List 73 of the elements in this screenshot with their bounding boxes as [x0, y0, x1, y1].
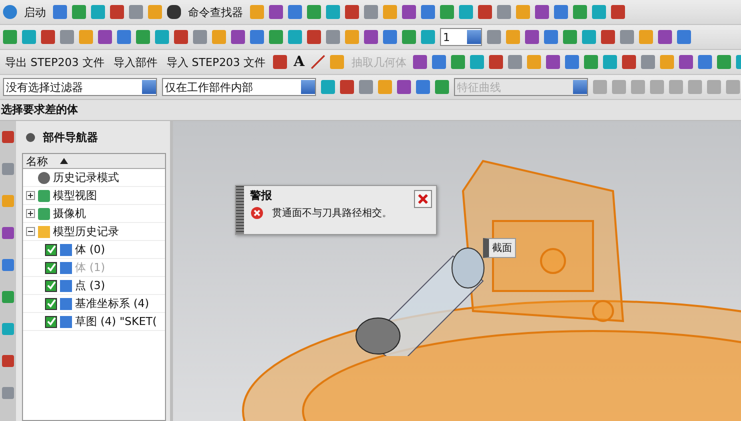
expand-toggle[interactable] [26, 191, 35, 200]
toolbar-icon[interactable] [508, 55, 522, 69]
dropdown-caret-icon [301, 80, 315, 94]
resource-bar-icon[interactable] [2, 387, 14, 399]
sort-icon [60, 158, 68, 164]
selection-filter-dropdown[interactable]: 没有选择过滤器 [3, 78, 157, 96]
toolbar-icon[interactable] [489, 55, 504, 69]
toolbar-icon[interactable] [272, 55, 287, 69]
column-header[interactable]: 名称 [23, 154, 165, 169]
toolbar-icon[interactable] [470, 55, 484, 69]
panel-title: 部件导航器 [43, 130, 98, 144]
resource-bar-icon[interactable] [2, 323, 14, 335]
resource-bar-icon[interactable] [2, 131, 14, 143]
prompt-text: 选择要求差的体 [0, 100, 741, 121]
alert-message: 贯通面不与刀具路径相交。 [272, 206, 392, 220]
tree-item[interactable]: 体 (0) [75, 242, 106, 257]
toolbar-icon[interactable] [717, 55, 732, 69]
toolbar-icon[interactable] [584, 55, 598, 69]
close-button[interactable] [414, 190, 432, 208]
dropdown-caret-icon [573, 80, 587, 94]
dropdown-caret-icon [467, 30, 481, 44]
tree-item[interactable]: 基准坐标系 (4) [75, 296, 150, 311]
toolbar-icon[interactable] [622, 55, 636, 69]
expand-toggle[interactable] [26, 227, 35, 236]
checkbox[interactable] [45, 298, 57, 310]
feature-icon [60, 244, 72, 256]
toolbar-text-button[interactable]: 导入 STEP203 文件 [164, 54, 268, 70]
tree-item[interactable]: 摄像机 [53, 206, 86, 221]
toolbar-icon[interactable] [565, 55, 580, 69]
close-icon [418, 194, 428, 204]
resource-bar-icon[interactable] [2, 227, 14, 239]
grip-icon[interactable] [236, 186, 244, 234]
tree-node-icon [38, 208, 50, 220]
toolbar-icon[interactable] [603, 55, 618, 69]
resource-bar-icon[interactable] [2, 259, 14, 271]
toolbar-icon[interactable] [451, 55, 466, 69]
feature-icon [60, 262, 72, 274]
resource-bar-icon[interactable] [2, 163, 14, 175]
expand-toggle[interactable] [26, 209, 35, 218]
tree-item[interactable]: 模型历史记录 [53, 224, 119, 239]
feature-icon [60, 280, 72, 292]
tree-item[interactable]: 点 (3) [75, 278, 106, 293]
toolbar-text-button[interactable]: 导出 STEP203 文件 [3, 54, 106, 70]
error-icon [250, 206, 264, 220]
text-tool-button[interactable]: A [292, 54, 306, 70]
toolbar-icon[interactable] [641, 55, 656, 69]
feature-icon [60, 298, 72, 310]
toolbar-text-button[interactable]: 导入部件 [111, 54, 160, 70]
feature-icon [60, 316, 72, 328]
resource-bar-icon[interactable] [2, 195, 14, 207]
section-label: 截面 [483, 238, 516, 258]
resource-bar-icon[interactable] [2, 355, 14, 367]
toolbar-icon[interactable] [413, 55, 428, 69]
resource-bar-icon[interactable] [2, 291, 14, 303]
toolbar-icon[interactable] [679, 55, 694, 69]
layer-dropdown[interactable]: 1 [440, 28, 482, 46]
start-button[interactable]: 启动 [22, 4, 48, 20]
toolbar-icon[interactable] [546, 55, 560, 69]
start-icon[interactable] [3, 5, 17, 19]
tree-node-icon [38, 190, 50, 202]
tree-item[interactable]: 模型视图 [53, 188, 97, 203]
tree-item[interactable]: 历史记录模式 [53, 170, 119, 185]
scope-filter-dropdown[interactable]: 仅在工作部件内部 [162, 78, 316, 96]
checkbox[interactable] [45, 280, 57, 292]
alert-title: 警报 [250, 188, 273, 203]
tree-node-icon [38, 172, 50, 184]
dropdown-caret-icon [142, 80, 156, 94]
toolbar-icon[interactable] [432, 55, 446, 69]
checkbox[interactable] [45, 244, 57, 256]
toolbar-icon[interactable] [698, 55, 712, 69]
command-finder-button[interactable]: 命令查找器 [186, 4, 245, 20]
checkbox[interactable] [45, 316, 57, 328]
tree-item[interactable]: 草图 (4) "SKET( [75, 314, 157, 329]
